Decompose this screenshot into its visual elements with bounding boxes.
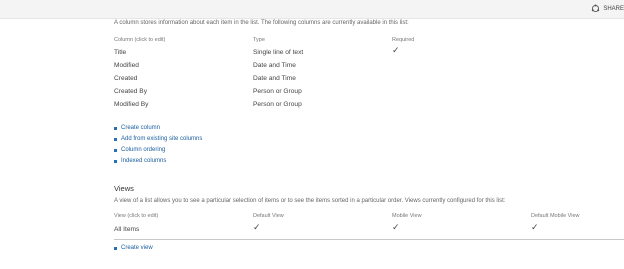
bullet-icon (114, 137, 117, 141)
columns-description: A column stores information about each i… (114, 20, 409, 26)
views-section-title: Views (114, 184, 134, 193)
type-header: Type (253, 37, 265, 43)
top-bar: SHARE (0, 0, 624, 19)
default-mobile-view-header: Default Mobile View (531, 213, 580, 219)
column-type: Date and Time (253, 75, 296, 82)
checkmark-icon: ✓ (392, 222, 400, 232)
link-label[interactable]: Indexed columns (121, 158, 166, 164)
default-view-header: Default View (253, 213, 284, 219)
column-ordering-link[interactable]: Column ordering (114, 147, 165, 153)
column-name-modified[interactable]: Modified (114, 62, 139, 69)
create-column-link[interactable]: Create column (114, 125, 160, 131)
indexed-columns-link[interactable]: Indexed columns (114, 158, 166, 164)
views-divider (114, 239, 624, 240)
column-name-created-by[interactable]: Created By (114, 88, 147, 95)
bullet-icon (114, 148, 117, 152)
column-type: Person or Group (253, 88, 302, 95)
checkmark-icon: ✓ (531, 222, 539, 232)
checkmark-icon: ✓ (392, 45, 400, 55)
column-name-title[interactable]: Title (114, 49, 126, 56)
column-name-modified-by[interactable]: Modified By (114, 101, 148, 108)
bullet-icon (114, 159, 117, 163)
column-type: Single line of text (253, 49, 304, 56)
share-label: SHARE (603, 5, 624, 12)
bullet-icon (114, 246, 117, 250)
view-header: View (click to edit) (114, 213, 159, 219)
link-label[interactable]: Create column (121, 125, 160, 131)
required-header: Required (392, 37, 415, 43)
share-button[interactable]: SHARE (591, 4, 624, 13)
link-label[interactable]: Add from existing site columns (121, 136, 202, 142)
mobile-view-header: Mobile View (392, 213, 422, 219)
checkmark-icon: ✓ (253, 222, 261, 232)
link-label[interactable]: Column ordering (121, 147, 165, 153)
column-type: Person or Group (253, 101, 302, 108)
share-icon (592, 4, 600, 13)
add-existing-site-columns-link[interactable]: Add from existing site columns (114, 136, 202, 142)
views-description: A view of a list allows you to see a par… (114, 198, 506, 204)
link-label[interactable]: Create view (121, 245, 153, 251)
column-header: Column (click to edit) (114, 37, 166, 43)
create-view-link[interactable]: Create view (114, 245, 153, 251)
column-name-created[interactable]: Created (114, 75, 137, 82)
view-name-all-items[interactable]: All Items (114, 226, 139, 233)
column-type: Date and Time (253, 62, 296, 69)
bullet-icon (114, 126, 117, 130)
